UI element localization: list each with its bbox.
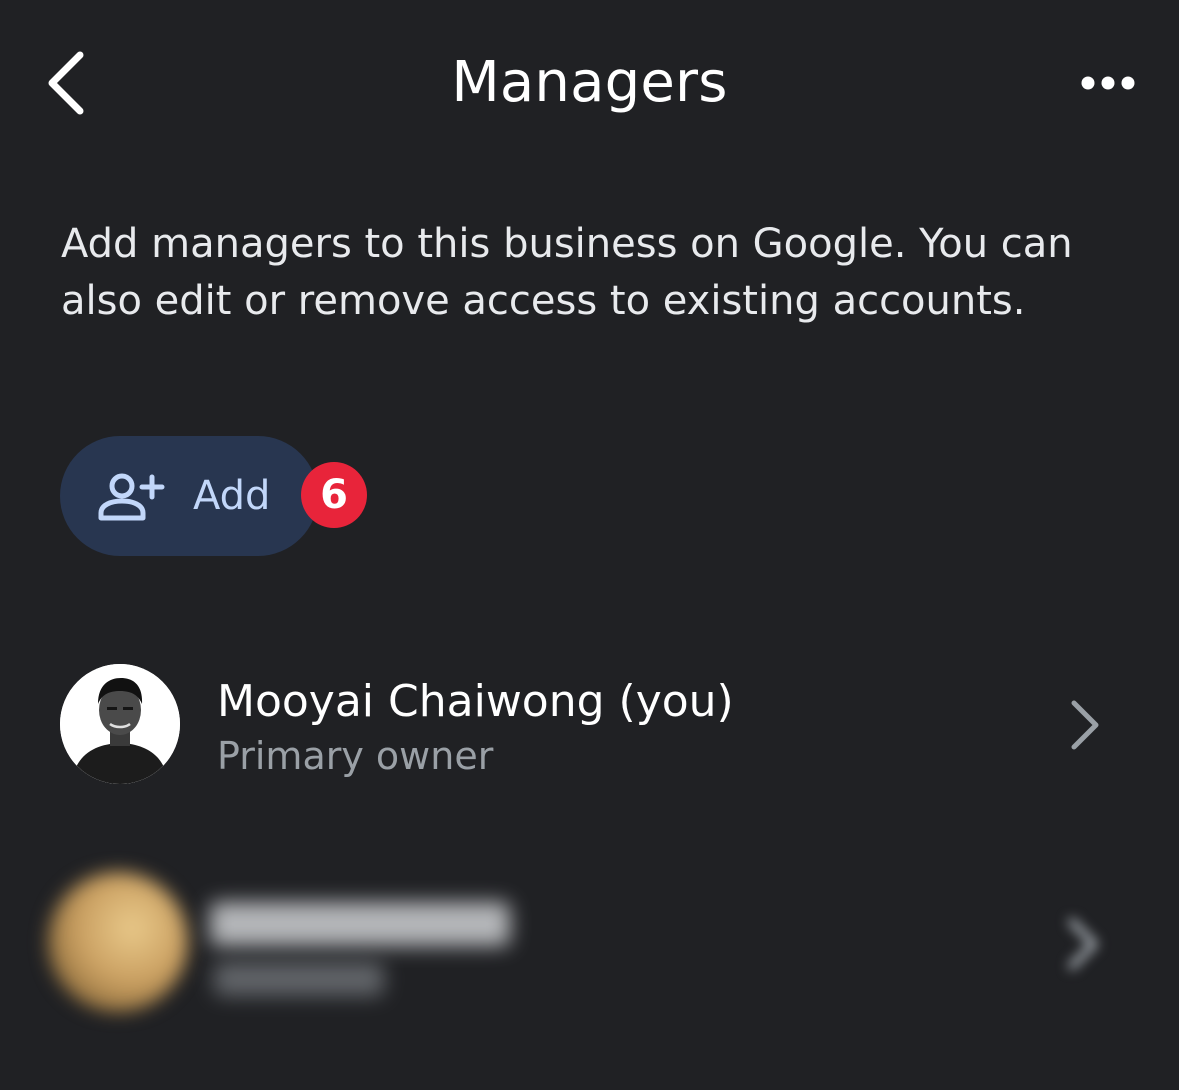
person-add-icon bbox=[98, 473, 165, 521]
manager-name: Mooyai Chaiwong (you) bbox=[217, 676, 734, 727]
more-options-button[interactable] bbox=[1072, 56, 1144, 110]
add-button-label: Add bbox=[193, 473, 271, 519]
top-bar: Managers bbox=[0, 0, 1179, 165]
managers-screen: Managers Add managers to this business o… bbox=[0, 0, 1179, 1090]
blurred-profile-photo bbox=[48, 872, 188, 1012]
manager-role-blurred bbox=[214, 962, 384, 996]
avatar bbox=[60, 664, 180, 784]
description-text: Add managers to this business on Google.… bbox=[61, 221, 1073, 324]
step-badge: 6 bbox=[301, 462, 367, 528]
manager-name-blurred bbox=[210, 902, 510, 946]
manager-row[interactable]: Mooyai Chaiwong (you) Primary owner bbox=[0, 640, 1179, 810]
profile-photo bbox=[60, 664, 180, 784]
manager-role: Primary owner bbox=[217, 734, 494, 778]
chevron-right-icon bbox=[1068, 918, 1098, 970]
add-manager-button[interactable]: Add bbox=[60, 436, 318, 556]
chevron-right-icon bbox=[1071, 700, 1099, 750]
manager-row-blurred[interactable] bbox=[0, 858, 1179, 1028]
more-horizontal-icon bbox=[1081, 76, 1135, 90]
page-title: Managers bbox=[451, 50, 728, 115]
